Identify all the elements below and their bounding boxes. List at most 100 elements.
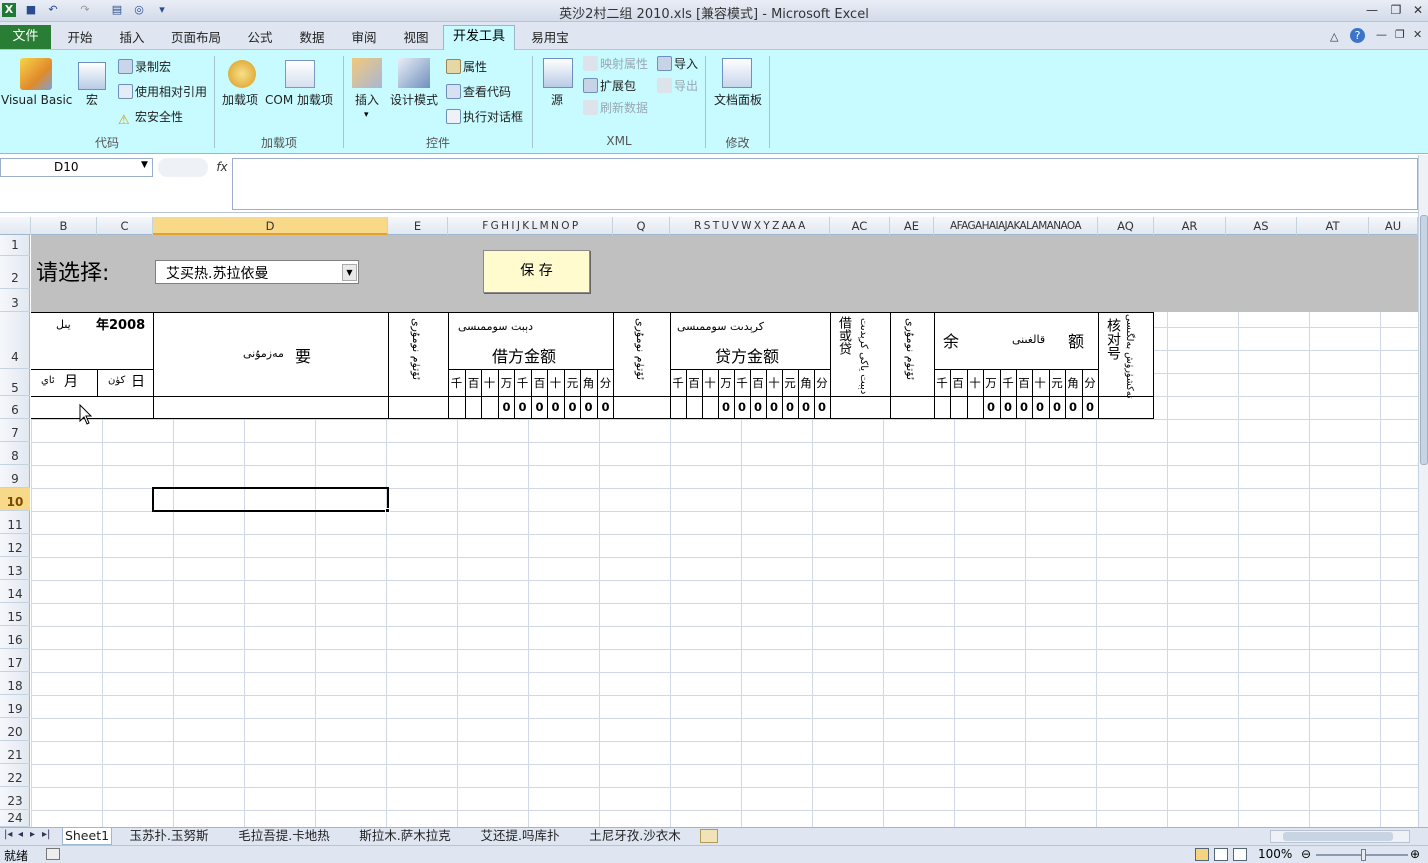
next-sheet-icon[interactable]: ▸ (30, 829, 35, 840)
tab-home[interactable]: 开始 (58, 27, 102, 50)
column-headers-af-ao[interactable]: AFAGAHAIAJAKALAMANAOA (934, 217, 1098, 235)
row-header[interactable]: 15 (0, 603, 30, 626)
insert-control-icon[interactable] (352, 58, 382, 88)
view-code-button[interactable]: 查看代码 (446, 84, 511, 100)
first-sheet-icon[interactable]: |◂ (4, 829, 12, 840)
help-icon[interactable]: ? (1350, 28, 1365, 43)
name-box[interactable]: D10 (0, 158, 153, 177)
tab-view[interactable]: 视图 (394, 27, 438, 50)
expansion-packs-button[interactable]: 扩展包 (583, 78, 636, 94)
debit-zero-cell[interactable]: 0 (531, 400, 548, 414)
import-button[interactable]: 导入 (657, 56, 698, 72)
column-headers-r-aa[interactable]: R S T U V W X Y Z AA A (670, 217, 830, 235)
tab-insert[interactable]: 插入 (110, 27, 154, 50)
column-header-at[interactable]: AT (1297, 217, 1369, 235)
row-header[interactable]: 14 (0, 580, 30, 603)
row-header[interactable]: 8 (0, 442, 30, 465)
row-header[interactable]: 24 (0, 810, 30, 827)
xml-source-button[interactable]: 源 (551, 92, 563, 108)
balance-zero-cell[interactable]: 0 (1000, 400, 1016, 414)
prev-sheet-icon[interactable]: ◂ (18, 829, 23, 840)
row-header[interactable]: 6 (0, 396, 30, 419)
zoom-slider-thumb[interactable] (1361, 849, 1366, 861)
column-header-q[interactable]: Q (613, 217, 670, 235)
balance-zero-cell[interactable]: 0 (1082, 400, 1098, 414)
row-header[interactable]: 16 (0, 626, 30, 649)
scroll-thumb[interactable] (1420, 215, 1428, 465)
row-header[interactable]: 23 (0, 787, 30, 810)
xml-source-icon[interactable] (543, 58, 573, 88)
column-header-d[interactable]: D (153, 217, 388, 235)
row-header[interactable]: 19 (0, 695, 30, 718)
balance-zero-cell[interactable]: 0 (1032, 400, 1048, 414)
insert-function-button[interactable]: fx (212, 158, 232, 177)
selected-cell-d10[interactable] (152, 487, 389, 512)
tab-developer[interactable]: 开发工具 (443, 25, 515, 51)
tab-file[interactable]: 文件 (0, 25, 51, 49)
column-header-as[interactable]: AS (1226, 217, 1297, 235)
minimize-icon[interactable]: — (1360, 2, 1384, 19)
macros-icon[interactable] (78, 62, 106, 90)
sheet-tab[interactable]: 斯拉木.萨木拉克 (347, 828, 463, 845)
credit-zero-cell[interactable]: 0 (734, 400, 750, 414)
properties-button[interactable]: 属性 (446, 59, 487, 75)
column-headers-f-p[interactable]: F G H I J K L M N O P (448, 217, 613, 235)
row-header[interactable]: 3 (0, 289, 30, 312)
sheet-tab[interactable]: 毛拉吾提.卡地热 (226, 828, 342, 845)
addins-button[interactable]: 加载项 (222, 92, 258, 108)
page-layout-view-icon[interactable] (1214, 848, 1228, 861)
zoom-in-icon[interactable]: ⊕ (1410, 847, 1420, 861)
addins-gear-icon[interactable] (228, 60, 256, 88)
tab-data[interactable]: 数据 (290, 27, 334, 50)
row-header[interactable]: 9 (0, 465, 30, 488)
page-break-view-icon[interactable] (1233, 848, 1247, 861)
column-header-b[interactable]: B (31, 217, 97, 235)
workbook-restore-icon[interactable]: ❐ (1395, 28, 1405, 41)
row-header[interactable]: 4 (0, 312, 30, 369)
credit-zero-cell[interactable]: 0 (750, 400, 766, 414)
formula-bar-handle[interactable] (158, 158, 208, 177)
visual-basic-button[interactable]: Visual Basic (1, 92, 72, 108)
row-header[interactable]: 1 (0, 235, 30, 256)
row-header[interactable]: 7 (0, 419, 30, 442)
refresh-data-button[interactable]: 刷新数据 (583, 100, 648, 116)
zoom-level[interactable]: 100% (1258, 847, 1292, 861)
row-header[interactable]: 21 (0, 741, 30, 764)
debit-zero-cell[interactable]: 0 (547, 400, 564, 414)
debit-zero-cell[interactable]: 0 (514, 400, 531, 414)
macro-security-button[interactable]: ⚠ 宏安全性 (118, 109, 183, 128)
column-header-e[interactable]: E (388, 217, 448, 235)
balance-zero-cell[interactable]: 0 (1016, 400, 1032, 414)
sheet-tab-sheet1[interactable]: Sheet1 (62, 828, 112, 845)
macros-button[interactable]: 宏 (86, 92, 98, 108)
select-all-button[interactable] (0, 217, 31, 235)
design-mode-icon[interactable] (398, 58, 430, 88)
workbook-close-icon[interactable]: ✕ (1413, 28, 1422, 41)
debit-zero-cell[interactable]: 0 (564, 400, 581, 414)
run-dialog-button[interactable]: 执行对话框 (446, 109, 523, 125)
tab-yiyongbao[interactable]: 易用宝 (527, 27, 573, 50)
horizontal-scrollbar[interactable] (1270, 830, 1410, 843)
ribbon-collapse-icon[interactable]: △ (1330, 30, 1338, 43)
document-panel-icon[interactable] (722, 58, 752, 88)
record-macro-button[interactable]: 录制宏 (118, 59, 171, 75)
map-properties-button[interactable]: 映射属性 (583, 56, 648, 72)
com-addins-button[interactable]: COM 加载项 (265, 92, 333, 108)
debit-zero-cell[interactable]: 0 (597, 400, 614, 414)
restore-icon[interactable]: ❐ (1384, 2, 1408, 19)
vertical-scrollbar[interactable] (1418, 155, 1428, 827)
document-panel-button[interactable]: 文档面板 (714, 92, 762, 108)
workbook-minimize-icon[interactable]: — (1376, 28, 1387, 41)
credit-zero-cell[interactable]: 0 (782, 400, 798, 414)
relative-reference-button[interactable]: 使用相对引用 (118, 84, 207, 100)
credit-zero-cell[interactable]: 0 (798, 400, 814, 414)
dropdown-arrow-icon[interactable]: ▼ (342, 264, 357, 281)
row-header[interactable]: 22 (0, 764, 30, 787)
balance-zero-cell[interactable]: 0 (1049, 400, 1065, 414)
row-header[interactable]: 18 (0, 672, 30, 695)
debit-zero-cell[interactable]: 0 (498, 400, 515, 414)
fill-handle[interactable] (385, 508, 390, 513)
row-header[interactable]: 5 (0, 369, 30, 396)
close-icon[interactable]: ✕ (1406, 2, 1428, 19)
column-header-c[interactable]: C (97, 217, 153, 235)
